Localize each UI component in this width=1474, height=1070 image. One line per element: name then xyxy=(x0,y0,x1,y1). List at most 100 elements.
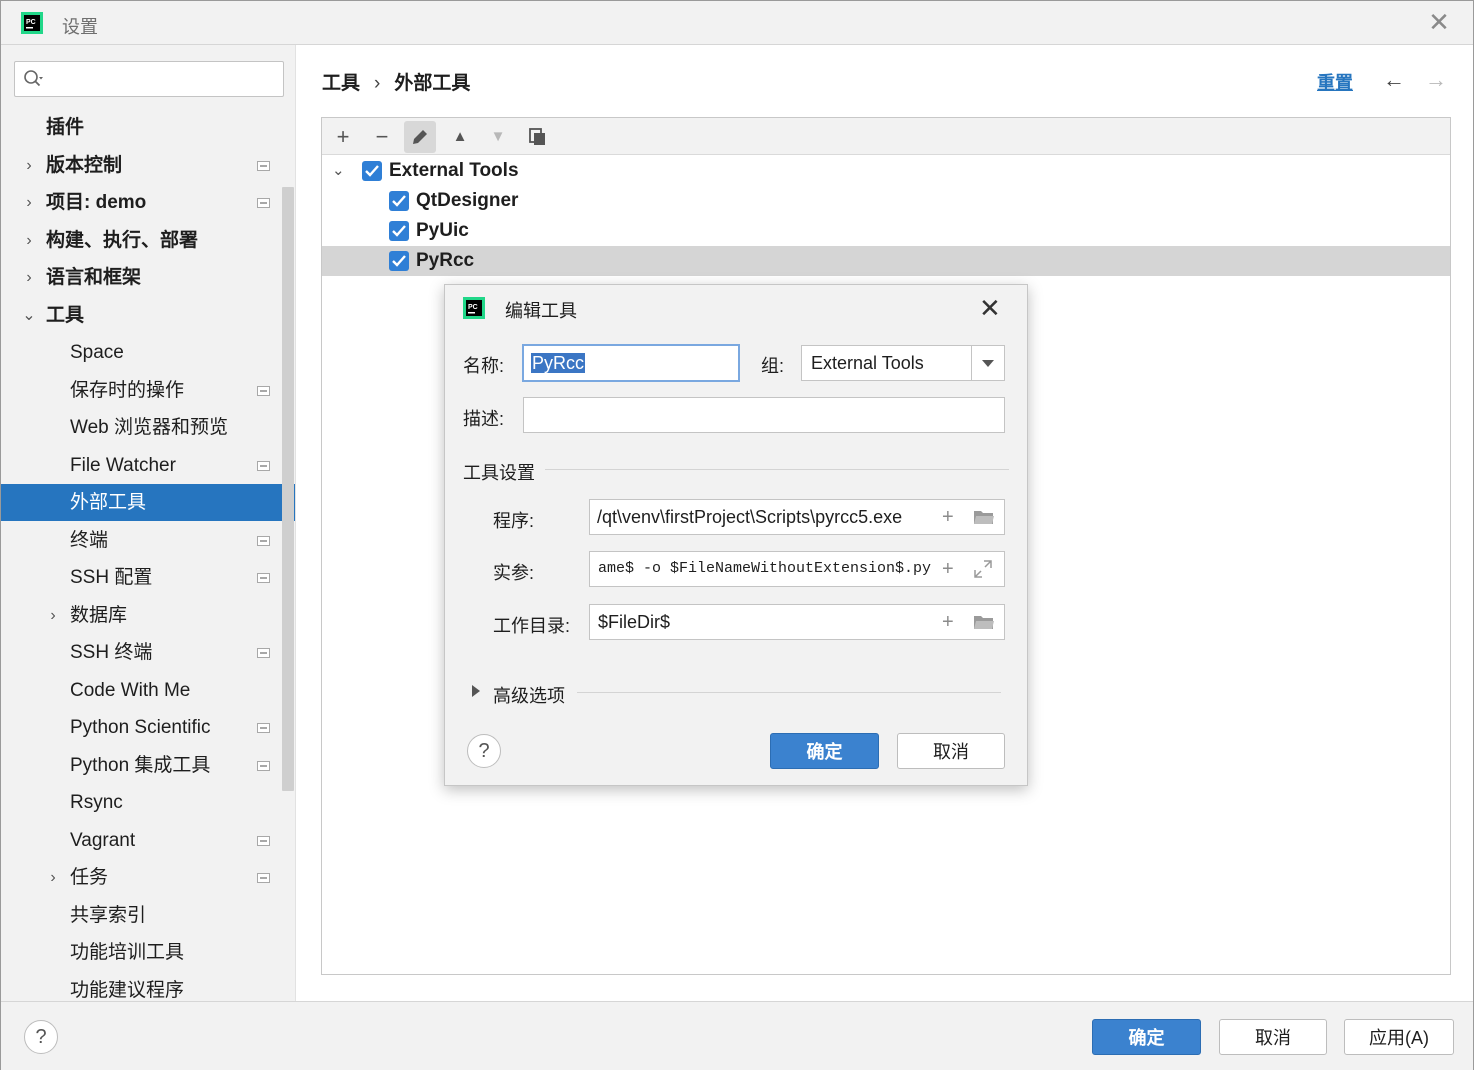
tool-checkbox[interactable] xyxy=(389,221,409,241)
chevron-right-icon[interactable]: › xyxy=(46,859,60,896)
tree-row[interactable]: ⌄ External Tools xyxy=(322,156,1450,186)
sidebar-item[interactable]: › 版本控制 xyxy=(1,147,295,184)
sidebar-item-label: Rsync xyxy=(70,792,123,813)
group-select-value: External Tools xyxy=(811,353,924,373)
chevron-right-icon[interactable]: › xyxy=(22,259,36,296)
back-arrow-icon[interactable]: ← xyxy=(1383,67,1405,93)
sidebar-item-label: 保存时的操作 xyxy=(70,380,185,401)
project-level-icon xyxy=(257,461,270,471)
edit-tool-button[interactable] xyxy=(404,121,436,153)
project-level-icon xyxy=(257,536,270,546)
dialog-ok-button[interactable]: 确定 xyxy=(770,733,879,769)
group-select[interactable]: External Tools xyxy=(801,345,1005,381)
sidebar-item[interactable]: Vagrant xyxy=(1,822,295,859)
tree-row[interactable]: PyRcc xyxy=(322,246,1450,276)
tree-row-label: External Tools xyxy=(389,160,519,181)
remove-tool-button[interactable]: − xyxy=(366,121,398,153)
pycharm-logo-icon: PC xyxy=(463,297,485,319)
sidebar-item[interactable]: Web 浏览器和预览 xyxy=(1,409,295,446)
forward-arrow-icon[interactable]: → xyxy=(1425,67,1447,93)
sidebar-item-label: 功能建议程序 xyxy=(70,980,185,1001)
folder-icon[interactable] xyxy=(974,510,994,525)
working-dir-input[interactable]: $FileDir$ + xyxy=(589,604,1005,640)
chevron-down-icon[interactable]: ⌄ xyxy=(22,297,36,334)
reset-link[interactable]: 重置 xyxy=(1317,69,1353,95)
project-level-icon xyxy=(257,386,270,396)
sidebar-item[interactable]: 功能培训工具 xyxy=(1,934,295,971)
chevron-right-icon[interactable]: › xyxy=(22,147,36,184)
insert-macro-icon[interactable]: + xyxy=(942,605,954,639)
window-close-icon[interactable]: ✕ xyxy=(1427,9,1451,35)
project-level-icon xyxy=(257,873,270,883)
add-tool-button[interactable]: + xyxy=(327,121,359,153)
tool-checkbox[interactable] xyxy=(389,251,409,271)
sidebar-item[interactable]: Code With Me xyxy=(1,672,295,709)
sidebar-item[interactable]: 插件 xyxy=(1,109,295,146)
tool-checkbox[interactable] xyxy=(362,161,382,181)
arguments-input[interactable]: ame$ -o $FileNameWithoutExtension$.py + xyxy=(589,551,1005,587)
settings-search-box[interactable] xyxy=(14,61,284,97)
sidebar-scrollbar[interactable] xyxy=(282,187,294,791)
move-down-button[interactable]: ▼ xyxy=(482,121,514,153)
program-input[interactable]: /qt\venv\firstProject\Scripts\pyrcc5.exe… xyxy=(589,499,1005,535)
chevron-right-icon[interactable]: › xyxy=(22,222,36,259)
sidebar-item[interactable]: › 构建、执行、部署 xyxy=(1,222,295,259)
project-level-icon xyxy=(257,198,270,208)
chevron-right-icon[interactable]: › xyxy=(46,597,60,634)
breadcrumb: 工具 › 外部工具 xyxy=(322,68,470,95)
sidebar-item[interactable]: 共享索引 xyxy=(1,897,295,934)
sidebar-item[interactable]: 功能建议程序 xyxy=(1,972,295,1001)
sidebar-item[interactable]: ⌄ 工具 xyxy=(1,297,295,334)
project-level-icon xyxy=(257,836,270,846)
expand-triangle-icon[interactable] xyxy=(471,685,481,697)
sidebar-item-label: Space xyxy=(70,342,124,363)
cancel-button[interactable]: 取消 xyxy=(1219,1019,1327,1055)
sidebar-item[interactable]: File Watcher xyxy=(1,447,295,484)
expand-icon[interactable] xyxy=(974,560,992,578)
sidebar-item[interactable]: › 语言和框架 xyxy=(1,259,295,296)
description-input[interactable] xyxy=(523,397,1005,433)
sidebar-item[interactable]: Python 集成工具 xyxy=(1,747,295,784)
apply-button[interactable]: 应用(A) xyxy=(1344,1019,1454,1055)
move-up-button[interactable]: ▲ xyxy=(444,121,476,153)
tool-settings-heading: 工具设置 xyxy=(463,463,535,483)
sidebar-item[interactable]: Python Scientific xyxy=(1,709,295,746)
sidebar-item[interactable]: 外部工具 xyxy=(1,484,295,521)
sidebar-item[interactable]: › 项目: demo xyxy=(1,184,295,221)
tools-toolbar: + − ▲ ▼ xyxy=(322,118,1450,155)
tool-checkbox[interactable] xyxy=(389,191,409,211)
sidebar-item[interactable]: 终端 xyxy=(1,522,295,559)
dropdown-arrow-icon[interactable] xyxy=(971,346,1004,380)
project-level-icon xyxy=(257,648,270,658)
sidebar-item[interactable]: 保存时的操作 xyxy=(1,372,295,409)
breadcrumb-item-external-tools: 外部工具 xyxy=(394,73,471,94)
sidebar-item[interactable]: SSH 终端 xyxy=(1,634,295,671)
name-input[interactable]: PyRcc xyxy=(522,344,740,382)
sidebar-item[interactable]: › 数据库 xyxy=(1,597,295,634)
sidebar-item-label: 外部工具 xyxy=(70,492,147,513)
settings-search-input[interactable] xyxy=(51,65,277,93)
chevron-right-icon[interactable]: › xyxy=(22,184,36,221)
sidebar-item[interactable]: Rsync xyxy=(1,784,295,821)
ok-button[interactable]: 确定 xyxy=(1092,1019,1201,1055)
sidebar-item[interactable]: › 任务 xyxy=(1,859,295,896)
project-level-icon xyxy=(257,573,270,583)
dialog-cancel-button[interactable]: 取消 xyxy=(897,733,1005,769)
insert-macro-icon[interactable]: + xyxy=(942,500,954,534)
folder-icon[interactable] xyxy=(974,615,994,630)
help-button[interactable]: ? xyxy=(24,1020,58,1054)
sidebar-item[interactable]: Space xyxy=(1,334,295,371)
dialog-close-icon[interactable]: ✕ xyxy=(979,293,1001,324)
search-icon xyxy=(24,70,43,87)
insert-macro-icon[interactable]: + xyxy=(942,552,954,586)
sidebar-item[interactable]: SSH 配置 xyxy=(1,559,295,596)
breadcrumb-item-tools[interactable]: 工具 xyxy=(322,73,360,94)
chevron-down-icon[interactable]: ⌄ xyxy=(332,156,345,186)
copy-tool-button[interactable] xyxy=(522,121,554,153)
tree-row[interactable]: QtDesigner xyxy=(322,186,1450,216)
advanced-options-toggle[interactable]: 高级选项 xyxy=(493,682,565,708)
tree-row[interactable]: PyUic xyxy=(322,216,1450,246)
dialog-help-button[interactable]: ? xyxy=(467,734,501,768)
window-title: 设置 xyxy=(62,17,98,37)
sidebar-item-label: Python Scientific xyxy=(70,717,211,738)
